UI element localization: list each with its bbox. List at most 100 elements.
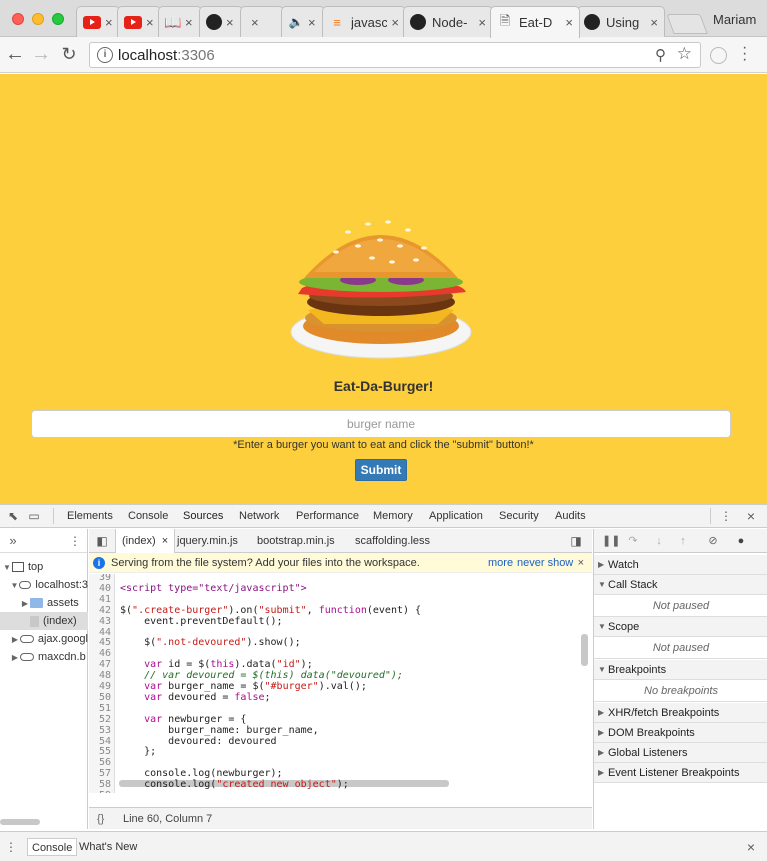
- code-line[interactable]: var newburger = {: [120, 714, 246, 725]
- url-text[interactable]: localhost:3306: [118, 47, 215, 64]
- reload-icon[interactable]: ↻: [58, 43, 80, 65]
- tree-item-index[interactable]: (index): [0, 612, 88, 630]
- more-link[interactable]: more: [488, 553, 513, 573]
- line-number[interactable]: 40: [89, 583, 111, 594]
- close-tab-icon[interactable]: ×: [185, 15, 193, 30]
- tree-item-top[interactable]: ▼ top: [0, 558, 88, 576]
- line-number[interactable]: 58: [89, 779, 111, 790]
- close-drawer-icon[interactable]: ×: [744, 840, 758, 854]
- close-tab-icon[interactable]: ×: [391, 15, 399, 30]
- line-number[interactable]: 48: [89, 670, 111, 681]
- call-stack-section-header[interactable]: ▼ Call Stack: [594, 575, 767, 595]
- code-line[interactable]: $(".create-burger").on("submit", functio…: [120, 605, 421, 616]
- drawer-tab-console[interactable]: Console: [27, 838, 78, 856]
- extension-icon[interactable]: [710, 47, 727, 64]
- device-toolbar-icon[interactable]: ▭: [27, 509, 41, 523]
- tree-item-localhost[interactable]: ▼ localhost:3: [0, 576, 88, 594]
- line-number[interactable]: 46: [89, 648, 111, 659]
- drawer-menu-icon[interactable]: ⋮: [4, 840, 18, 854]
- toggle-navigator-icon[interactable]: ◧: [95, 534, 109, 548]
- deactivate-breakpoints-icon[interactable]: ⊘: [706, 534, 720, 548]
- line-number[interactable]: 59: [89, 790, 111, 793]
- code-line[interactable]: console.log(newburger);: [120, 768, 282, 779]
- tab-performance[interactable]: Performance: [296, 510, 359, 522]
- line-number[interactable]: 49: [89, 681, 111, 692]
- browser-menu-icon[interactable]: · · ·: [742, 40, 747, 68]
- maximize-window-button[interactable]: [52, 13, 64, 25]
- code-line[interactable]: <script type="text/javascript">: [120, 583, 307, 594]
- line-number[interactable]: 56: [89, 757, 111, 768]
- code-line[interactable]: var burger_name = $("#burger").val();: [120, 681, 367, 692]
- line-number[interactable]: 55: [89, 746, 111, 757]
- close-tab-icon[interactable]: ×: [478, 15, 486, 30]
- tree-item-assets[interactable]: ▶ assets: [0, 594, 88, 612]
- watch-section-header[interactable]: ▶ Watch: [594, 555, 767, 575]
- profile-name[interactable]: Mariam: [713, 12, 756, 27]
- code-line[interactable]: event.preventDefault();: [120, 616, 282, 627]
- info-icon[interactable]: i: [97, 47, 113, 63]
- tab-sources[interactable]: Sources: [183, 510, 223, 522]
- never-show-link[interactable]: never show: [517, 553, 573, 573]
- tree-item-maxcdn[interactable]: ▶ maxcdn.b: [0, 648, 88, 666]
- browser-tab[interactable]: </> ×: [240, 6, 284, 37]
- tab-memory[interactable]: Memory: [373, 510, 413, 522]
- browser-tab[interactable]: 📖 ×: [158, 6, 202, 37]
- event-listener-breakpoints-section-header[interactable]: ▶ Event Listener Breakpoints: [594, 763, 767, 783]
- close-tab-icon[interactable]: ×: [226, 15, 234, 30]
- line-number[interactable]: 45: [89, 637, 111, 648]
- burger-name-input[interactable]: [31, 410, 731, 438]
- browser-tab[interactable]: ×: [199, 6, 243, 37]
- close-window-button[interactable]: [12, 13, 24, 25]
- editor-tab-bootstrap[interactable]: bootstrap.min.js: [251, 529, 341, 553]
- pause-on-exceptions-icon[interactable]: ●: [734, 534, 748, 548]
- pretty-print-icon[interactable]: {}: [97, 808, 104, 830]
- xhr-breakpoints-section-header[interactable]: ▶ XHR/fetch Breakpoints: [594, 703, 767, 723]
- tab-application[interactable]: Application: [429, 510, 483, 522]
- line-number[interactable]: 41: [89, 594, 111, 605]
- scope-section-header[interactable]: ▼ Scope: [594, 617, 767, 637]
- new-tab-button[interactable]: [666, 14, 708, 34]
- navigator-scrollbar[interactable]: [0, 819, 40, 825]
- close-tab-icon[interactable]: ×: [159, 535, 168, 547]
- browser-tab[interactable]: Node- ×: [403, 6, 493, 37]
- back-arrow-icon[interactable]: ←: [4, 43, 26, 65]
- tab-console[interactable]: Console: [128, 510, 168, 522]
- tab-security[interactable]: Security: [499, 510, 539, 522]
- inspect-element-icon[interactable]: ⬉: [6, 509, 20, 523]
- code-line[interactable]: burger_name: burger_name,: [120, 725, 319, 736]
- editor-tab-index[interactable]: (index) ×: [115, 529, 176, 553]
- line-number[interactable]: 53: [89, 725, 111, 736]
- line-number[interactable]: 50: [89, 692, 111, 703]
- code-line[interactable]: $(".not-devoured").show();: [120, 637, 301, 648]
- line-number[interactable]: 51: [89, 703, 111, 714]
- close-tab-icon[interactable]: ×: [105, 15, 113, 30]
- tree-item-ajax[interactable]: ▶ ajax.googl: [0, 630, 88, 648]
- close-infobar-icon[interactable]: ×: [578, 553, 584, 573]
- pause-icon[interactable]: ❚❚: [602, 534, 620, 548]
- line-number[interactable]: 43: [89, 616, 111, 627]
- close-tab-icon[interactable]: ×: [251, 15, 259, 30]
- devtools-menu-icon[interactable]: ⋮: [719, 509, 733, 523]
- code-line[interactable]: console.log("created new object");: [120, 779, 349, 790]
- editor-tab-scaffolding[interactable]: scaffolding.less: [349, 529, 436, 553]
- dom-breakpoints-section-header[interactable]: ▶ DOM Breakpoints: [594, 723, 767, 743]
- editor-tab-jquery[interactable]: jquery.min.js: [171, 529, 244, 553]
- close-tab-icon[interactable]: ×: [565, 15, 573, 30]
- address-bar[interactable]: i localhost:3306 ⚲ ☆: [89, 42, 701, 68]
- vertical-scrollbar[interactable]: [581, 634, 588, 666]
- tab-audits[interactable]: Audits: [555, 510, 586, 522]
- line-number[interactable]: 39: [89, 574, 111, 583]
- line-number[interactable]: 52: [89, 714, 111, 725]
- line-number-gutter[interactable]: 39 40 41 42 43 44 45 46 47 48 49 50 51 52 53 54 55 56 57 58…: [89, 574, 115, 793]
- breakpoints-section-header[interactable]: ▼ Breakpoints: [594, 660, 767, 680]
- submit-button[interactable]: Submit: [355, 459, 407, 481]
- step-over-icon[interactable]: ↷: [626, 534, 640, 548]
- tab-network[interactable]: Network: [239, 510, 279, 522]
- bookmark-star-icon[interactable]: ☆: [677, 44, 692, 64]
- minimize-window-button[interactable]: [32, 13, 44, 25]
- navigator-menu-icon[interactable]: ⋮: [68, 534, 82, 548]
- browser-tab[interactable]: ×: [76, 6, 120, 37]
- close-tab-icon[interactable]: ×: [308, 15, 316, 30]
- line-number[interactable]: 47: [89, 659, 111, 670]
- line-number[interactable]: 57: [89, 768, 111, 779]
